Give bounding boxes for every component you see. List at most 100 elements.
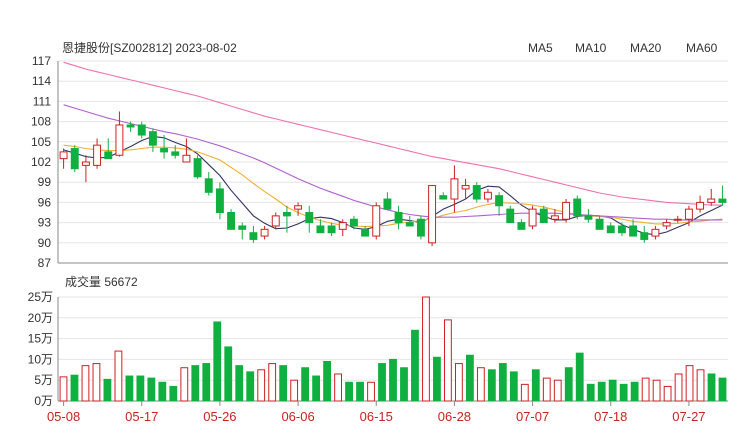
volume-tick-label: 10万 [28, 352, 53, 366]
candle-body [640, 232, 649, 240]
volume-bar [356, 381, 364, 402]
candle-body [506, 208, 515, 224]
candle [606, 222, 615, 234]
candle-body [349, 218, 358, 227]
candle-body [662, 222, 671, 227]
ma-line-ma10 [63, 144, 723, 228]
volume-bar [597, 381, 606, 402]
candle [383, 192, 392, 210]
candle [673, 215, 682, 223]
volume-bar [542, 377, 551, 402]
candle-body [361, 228, 370, 237]
legend-ma10: MA10 [575, 41, 607, 55]
candle-body [126, 124, 135, 128]
candle-body [316, 225, 325, 234]
date-tick-label: 07-07 [516, 409, 549, 424]
date-tick-label: 05-26 [203, 409, 236, 424]
price-tick-label: 102 [31, 155, 51, 169]
volume-bar [147, 377, 156, 402]
candle [204, 172, 213, 196]
volume-tick-label: 15万 [28, 332, 53, 346]
legend: MA5 MA10 MA20 MA60 [528, 41, 718, 55]
candle-body [115, 124, 124, 156]
volume-bar [125, 375, 134, 402]
volume-bar [498, 363, 507, 402]
date-tick-label: 05-08 [47, 409, 80, 424]
candle [115, 111, 124, 157]
price-grid [58, 60, 728, 264]
volume-bar [652, 379, 661, 402]
volume-bar [696, 369, 705, 402]
candle [696, 195, 705, 213]
candle [148, 128, 157, 152]
volume-bar [169, 385, 178, 402]
candle [171, 145, 180, 159]
volume-bar [59, 376, 68, 402]
candle-body [215, 188, 224, 213]
candle [238, 222, 247, 240]
volume-tick-label: 25万 [28, 290, 53, 304]
candle-body [238, 225, 247, 230]
candle-body [707, 198, 716, 203]
candle-body [550, 215, 559, 220]
candle-body [148, 131, 157, 146]
candle-body [193, 158, 202, 178]
volume-bar [553, 379, 562, 402]
volume-bar [476, 367, 485, 402]
candle [617, 222, 626, 237]
candle [361, 225, 370, 237]
volume-bars [59, 296, 727, 402]
candle [271, 212, 280, 230]
volume-bar [301, 367, 310, 402]
candle-body [517, 222, 526, 230]
candle-body [617, 225, 626, 234]
volume-bar [454, 363, 463, 402]
volume-tick-label: 20万 [28, 311, 53, 325]
candle [260, 225, 269, 240]
volume-bar [323, 360, 332, 402]
candle-body [249, 232, 258, 240]
candle [193, 155, 202, 179]
volume-bar [564, 367, 573, 402]
candle-body [182, 154, 191, 163]
volume-bar [433, 356, 441, 402]
volume-title: 成交量 56672 [65, 274, 138, 289]
candle [305, 205, 314, 233]
volume-bar [685, 365, 694, 402]
legend-ma20: MA20 [630, 41, 662, 55]
candle [483, 188, 492, 203]
volume-bar [630, 381, 639, 402]
candle [215, 182, 224, 220]
date-tick-label: 07-18 [594, 409, 627, 424]
volume-bar [334, 373, 342, 402]
volume-bar [586, 383, 595, 402]
volume-bar [674, 373, 683, 402]
ma-line-ma60 [63, 61, 723, 206]
candle-body [104, 151, 113, 160]
candle-body [383, 198, 392, 210]
candle [562, 199, 571, 223]
candle [595, 215, 604, 230]
date-tick-label: 06-28 [438, 409, 471, 424]
candle [528, 205, 537, 230]
candle-body [405, 222, 414, 227]
candle [327, 222, 336, 237]
price-tick-label: 99 [38, 175, 52, 189]
candle-body [472, 185, 481, 200]
candle-body [260, 228, 269, 237]
legend-ma5: MA5 [528, 41, 553, 55]
volume-bar [290, 379, 299, 402]
volume-bar [257, 369, 266, 402]
volume-bar [180, 367, 189, 402]
price-tick-label: 87 [38, 256, 52, 270]
volume-tick-label: 5万 [34, 373, 53, 387]
volume-bar [641, 377, 650, 402]
candle-body [338, 222, 347, 230]
candle-body [394, 212, 403, 224]
candle [439, 192, 448, 200]
candle-body [483, 191, 492, 200]
candle-body [59, 151, 68, 160]
price-tick-label: 108 [31, 115, 51, 129]
volume-bar [619, 383, 628, 402]
volume-bar [345, 381, 353, 402]
